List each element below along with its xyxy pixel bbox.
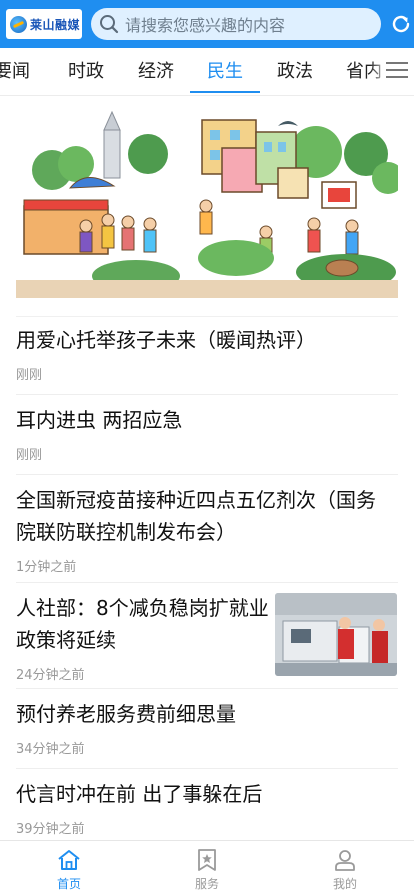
news-time: 1分钟之前 xyxy=(16,560,77,575)
banner-image[interactable] xyxy=(16,108,398,298)
channel-tabs: 要闻 时政 经济 民生 政法 省内 xyxy=(0,48,414,96)
news-time: 34分钟之前 xyxy=(16,742,85,757)
news-title: 全国新冠疫苗接种近四点五亿剂次（国务院联防联控机制发布会） xyxy=(16,488,376,544)
search-bar[interactable]: 请搜索您感兴趣的内容 xyxy=(91,8,381,40)
news-item[interactable]: 预付养老服务费前细思量 34分钟之前 xyxy=(16,698,398,757)
divider xyxy=(16,474,398,475)
active-tab-indicator xyxy=(190,91,260,93)
search-placeholder: 请搜索您感兴趣的内容 xyxy=(125,16,286,35)
tab-minsheng[interactable]: 民生 xyxy=(207,48,243,95)
news-item[interactable]: 全国新冠疫苗接种近四点五亿剂次（国务院联防联控机制发布会） 1分钟之前 xyxy=(16,484,398,575)
news-time: 刚刚 xyxy=(16,448,43,463)
bookmark-star-icon xyxy=(198,849,216,871)
divider xyxy=(16,316,398,317)
news-title: 预付养老服务费前细思量 xyxy=(16,702,236,726)
tab-shizheng[interactable]: 时政 xyxy=(68,48,104,95)
refresh-button[interactable] xyxy=(388,11,414,37)
divider xyxy=(16,582,398,583)
news-time: 39分钟之前 xyxy=(16,822,85,837)
nav-service[interactable]: 服务 xyxy=(167,841,247,896)
logo-icon xyxy=(10,15,27,33)
community-illustration xyxy=(16,108,398,298)
tab-yaowen[interactable]: 要闻 xyxy=(0,48,30,95)
home-icon xyxy=(58,850,80,870)
app-logo: 莱山融媒 xyxy=(6,9,82,39)
news-item[interactable]: 用爱心托举孩子未来（暖闻热评） 刚刚 xyxy=(16,324,398,383)
nav-label: 我的 xyxy=(332,877,357,891)
news-title: 耳内进虫 两招应急 xyxy=(16,408,183,432)
search-icon xyxy=(99,14,119,34)
nav-label: 服务 xyxy=(194,877,219,891)
factory-workers-image xyxy=(275,593,397,676)
nav-label: 首页 xyxy=(56,877,81,891)
logo-text: 莱山融媒 xyxy=(30,17,81,32)
bottom-nav: 首页 服务 我的 xyxy=(0,840,414,896)
news-title: 人社部：8个减负稳岗扩就业政策将延续 xyxy=(16,596,269,652)
news-title: 代言时冲在前 出了事躲在后 xyxy=(16,782,263,806)
menu-icon[interactable] xyxy=(386,60,408,80)
nav-home[interactable]: 首页 xyxy=(29,841,109,896)
divider xyxy=(16,688,398,689)
tab-zhengfa[interactable]: 政法 xyxy=(277,48,313,95)
news-title: 用爱心托举孩子未来（暖闻热评） xyxy=(16,328,316,352)
app-header: 莱山融媒 请搜索您感兴趣的内容 xyxy=(0,0,414,48)
news-item[interactable]: 人社部：8个减负稳岗扩就业政策将延续 24分钟之前 xyxy=(16,592,271,683)
divider xyxy=(16,394,398,395)
news-item[interactable]: 耳内进虫 两招应急 刚刚 xyxy=(16,404,398,463)
nav-profile[interactable]: 我的 xyxy=(305,841,385,896)
news-time: 刚刚 xyxy=(16,368,43,383)
refresh-icon xyxy=(392,15,410,33)
news-time: 24分钟之前 xyxy=(16,668,85,683)
news-thumbnail[interactable] xyxy=(275,593,397,676)
divider xyxy=(16,768,398,769)
tab-jingji[interactable]: 经济 xyxy=(138,48,174,95)
news-item[interactable]: 代言时冲在前 出了事躲在后 39分钟之前 xyxy=(16,778,398,837)
user-icon xyxy=(335,850,355,871)
